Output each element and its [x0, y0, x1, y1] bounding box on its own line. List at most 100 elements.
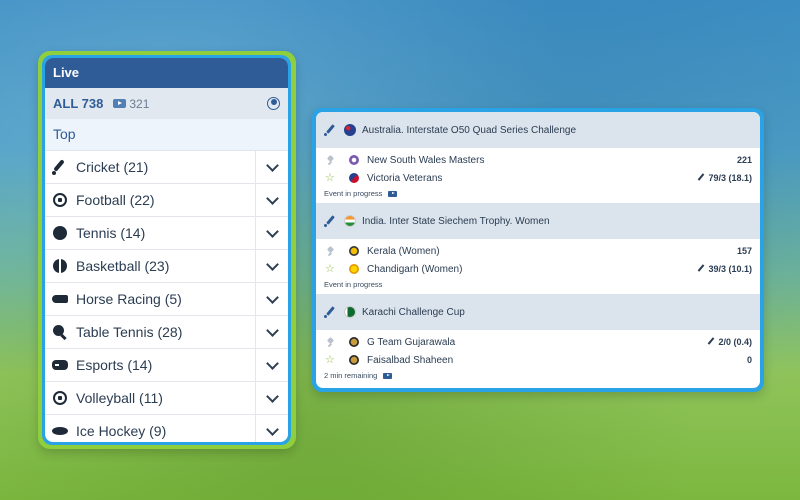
team-score: 157	[736, 246, 752, 256]
pakistan-flag-icon	[344, 306, 356, 318]
league-header[interactable]: Australia. Interstate O50 Quad Series Ch…	[316, 112, 760, 148]
chevron-down-icon	[265, 422, 279, 436]
team-logo-icon	[349, 264, 359, 274]
sport-item-football[interactable]: Football (22)	[45, 184, 288, 217]
sport-item-ice-hockey[interactable]: Ice Hockey (9)	[45, 415, 288, 442]
team-score: 221	[736, 155, 752, 165]
team-name: Faisalbad Shaheen	[367, 354, 454, 366]
team-score: 79/3 (18.1)	[708, 173, 752, 183]
batting-icon	[697, 173, 705, 181]
all-events-label: ALL 738	[53, 96, 104, 111]
team-name: Victoria Veterans	[367, 172, 443, 184]
chevron-down-icon	[265, 290, 279, 304]
live-header: Live	[45, 58, 288, 88]
team-logo-icon	[349, 173, 359, 183]
star-icon[interactable]: ☆	[325, 173, 335, 184]
team-logo-icon	[349, 246, 359, 256]
top-item[interactable]: Top	[45, 119, 288, 151]
team-logo-icon	[349, 155, 359, 165]
expand-football-button[interactable]	[255, 184, 288, 216]
team-name: Kerala (Women)	[367, 245, 440, 257]
live-events-frame: Australia. Interstate O50 Quad Series Ch…	[312, 108, 764, 392]
expand-horse-racing-button[interactable]	[255, 283, 288, 315]
league-name: India. Inter State Siechem Trophy. Women	[362, 215, 550, 227]
pin-icon[interactable]	[326, 247, 335, 256]
league-header[interactable]: India. Inter State Siechem Trophy. Women	[316, 203, 760, 239]
all-events-row[interactable]: ALL 738 321	[45, 88, 288, 119]
sport-item-volleyball[interactable]: Volleyball (11)	[45, 382, 288, 415]
chevron-down-icon	[265, 356, 279, 370]
cricket-icon	[324, 306, 336, 318]
match-row[interactable]: Kerala (Women) 157 ☆ Chandigarh (Women) …	[316, 239, 760, 294]
league-name: Karachi Challenge Cup	[362, 306, 465, 318]
india-flag-icon	[344, 215, 356, 227]
team-name: Chandigarh (Women)	[367, 263, 463, 275]
sport-label: Tennis (14)	[76, 225, 146, 241]
sports-menu-frame: Live ALL 738 321 Top Cricket (21) Footba…	[38, 51, 296, 449]
esports-icon	[52, 357, 68, 373]
chevron-down-icon	[265, 191, 279, 205]
video-icon[interactable]	[383, 372, 393, 379]
expand-basketball-button[interactable]	[255, 250, 288, 282]
expand-tennis-button[interactable]	[255, 217, 288, 249]
cricket-icon	[52, 159, 68, 175]
team-name: G Team Gujarawala	[367, 336, 456, 348]
expand-ice-hockey-button[interactable]	[255, 415, 288, 442]
match-row[interactable]: New South Wales Masters 221 ☆ Victoria V…	[316, 148, 760, 203]
chevron-down-icon	[265, 323, 279, 337]
australia-flag-icon	[344, 124, 356, 136]
sport-item-esports[interactable]: Esports (14)	[45, 349, 288, 382]
league-name: Australia. Interstate O50 Quad Series Ch…	[362, 124, 577, 136]
pin-icon[interactable]	[326, 156, 335, 165]
table-tennis-icon	[52, 324, 68, 341]
match-row[interactable]: G Team Gujarawala 2/0 (0.4) ☆ Faisalbad …	[316, 330, 760, 385]
star-icon[interactable]: ☆	[325, 264, 335, 275]
sport-label: Volleyball (11)	[76, 390, 163, 406]
sport-item-tennis[interactable]: Tennis (14)	[45, 217, 288, 250]
cricket-icon	[324, 215, 336, 227]
sport-item-basketball[interactable]: Basketball (23)	[45, 250, 288, 283]
event-status: Event in progress	[324, 189, 383, 198]
chevron-down-icon	[265, 158, 279, 172]
sport-item-cricket[interactable]: Cricket (21)	[45, 151, 288, 184]
video-icon	[113, 99, 127, 108]
sport-label: Esports (14)	[76, 357, 153, 373]
chevron-down-icon	[265, 257, 279, 271]
football-icon	[52, 192, 68, 208]
expand-esports-button[interactable]	[255, 349, 288, 381]
batting-icon	[697, 264, 705, 272]
star-icon[interactable]: ☆	[325, 355, 335, 366]
ice-hockey-icon	[52, 423, 68, 439]
sport-label: Football (22)	[76, 192, 155, 208]
team-logo-icon	[349, 337, 359, 347]
expand-volleyball-button[interactable]	[255, 382, 288, 414]
batting-icon	[707, 337, 715, 345]
event-status: Event in progress	[324, 280, 383, 289]
sport-item-horse-racing[interactable]: Horse Racing (5)	[45, 283, 288, 316]
event-status: 2 min remaining	[324, 371, 378, 380]
horse-racing-icon	[52, 291, 68, 307]
chevron-down-icon	[265, 224, 279, 238]
basketball-icon	[52, 258, 68, 274]
sport-label: Cricket (21)	[76, 159, 149, 175]
live-events-panel: Australia. Interstate O50 Quad Series Ch…	[316, 112, 760, 388]
sport-label: Horse Racing (5)	[76, 291, 182, 307]
sport-label: Ice Hockey (9)	[76, 423, 167, 439]
expand-cricket-button[interactable]	[255, 151, 288, 183]
chevron-down-icon	[265, 389, 279, 403]
globe-icon[interactable]	[267, 97, 280, 110]
sports-menu: Live ALL 738 321 Top Cricket (21) Footba…	[45, 58, 288, 442]
team-name: New South Wales Masters	[367, 154, 485, 166]
tennis-icon	[52, 225, 68, 241]
sport-item-table-tennis[interactable]: Table Tennis (28)	[45, 316, 288, 349]
video-icon[interactable]	[388, 190, 398, 197]
volleyball-icon	[52, 390, 68, 406]
expand-table-tennis-button[interactable]	[255, 316, 288, 348]
league-header[interactable]: Karachi Challenge Cup	[316, 294, 760, 330]
pin-icon[interactable]	[326, 338, 335, 347]
sport-label: Table Tennis (28)	[76, 324, 183, 340]
team-score: 39/3 (10.1)	[708, 264, 752, 274]
team-score: 0	[746, 355, 752, 365]
sport-label: Basketball (23)	[76, 258, 170, 274]
team-score: 2/0 (0.4)	[718, 337, 752, 347]
